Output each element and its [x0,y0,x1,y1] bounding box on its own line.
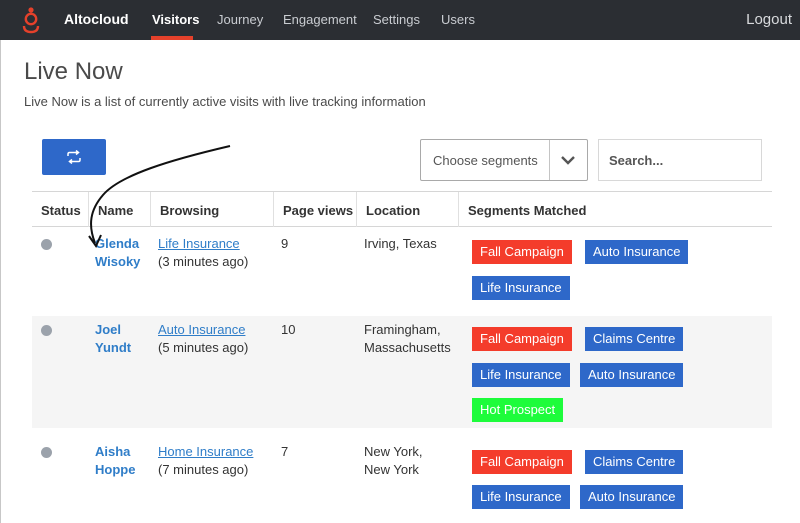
table-row[interactable]: Joel Yundt Auto Insurance (5 minutes ago… [32,316,772,428]
top-navbar: Altocloud Visitors Journey Engagement Se… [0,0,800,40]
status-dot-icon [41,447,52,458]
logout-link[interactable]: Logout [746,11,792,28]
nav-users[interactable]: Users [441,12,475,27]
location-line: Framingham, [364,322,441,337]
visitor-location: Framingham, Massachusetts [364,321,451,357]
nav-journey[interactable]: Journey [217,12,263,27]
table-header: Status Name Browsing Page views Location… [32,191,772,227]
browsing-time: (7 minutes ago) [158,462,249,477]
segment-tag[interactable]: Life Insurance [472,363,570,387]
segment-tag[interactable]: Fall Campaign [472,327,572,351]
segment-tag[interactable]: Auto Insurance [580,485,684,509]
header-location[interactable]: Location [356,192,458,227]
header-name[interactable]: Name [88,192,150,227]
browsing-page-link[interactable]: Home Insurance [158,443,253,461]
visitor-last-name[interactable]: Wisoky [95,253,151,271]
visitor-last-name[interactable]: Hoppe [95,461,151,479]
refresh-button[interactable] [42,139,106,175]
nav-visitors[interactable]: Visitors [152,12,199,27]
visitor-location: New York, New York [364,443,423,479]
browsing-page-link[interactable]: Life Insurance [158,235,240,253]
location-line: New York, [364,444,423,459]
nav-settings[interactable]: Settings [373,12,420,27]
header-status[interactable]: Status [32,192,88,227]
page-title: Live Now [24,58,123,85]
location-line: New York [364,462,419,477]
page-description: Live Now is a list of currently active v… [24,94,426,109]
status-dot-icon [41,239,52,250]
segment-tag[interactable]: Auto Insurance [580,363,684,387]
visitor-name[interactable]: Joel Yundt [95,321,151,357]
table-row[interactable]: Glenda Wisoky Life Insurance (3 minutes … [32,227,772,316]
visitor-name[interactable]: Glenda Wisoky [95,235,151,271]
status-dot-icon [41,325,52,336]
segments-dropdown[interactable]: Choose segments [420,139,588,181]
visitor-first-name[interactable]: Joel [95,321,151,339]
content-left-border [0,40,1,523]
visitor-first-name[interactable]: Glenda [95,235,151,253]
location-line: Massachusetts [364,340,451,355]
active-nav-indicator [151,36,193,40]
location-line: Irving, Texas [364,236,437,251]
visitor-name[interactable]: Aisha Hoppe [95,443,151,479]
visitor-last-name[interactable]: Yundt [95,339,151,357]
dropdown-divider [549,140,550,180]
browsing-time: (5 minutes ago) [158,340,249,355]
nav-engagement[interactable]: Engagement [283,12,357,27]
search-input[interactable] [598,139,762,181]
visitor-first-name[interactable]: Aisha [95,443,151,461]
segments-dropdown-label: Choose segments [433,153,538,168]
segment-tag[interactable]: Auto Insurance [585,240,689,264]
segment-tag[interactable]: Life Insurance [472,485,570,509]
segment-tag[interactable]: Claims Centre [585,327,684,351]
page-views-count: 7 [281,444,289,459]
segment-tag[interactable]: Fall Campaign [472,450,572,474]
refresh-icon [67,150,81,164]
header-segments-matched[interactable]: Segments Matched [458,192,772,227]
visitor-location: Irving, Texas [364,235,437,253]
page-views-count: 9 [281,236,289,251]
table-row[interactable]: Aisha Hoppe Home Insurance (7 minutes ag… [32,428,772,523]
segment-tag[interactable]: Life Insurance [472,276,570,300]
browsing-page-link[interactable]: Auto Insurance [158,321,245,339]
segment-tag[interactable]: Fall Campaign [472,240,572,264]
header-browsing[interactable]: Browsing [150,192,273,227]
brand-name[interactable]: Altocloud [64,11,129,27]
browsing-time: (3 minutes ago) [158,254,249,269]
chevron-down-icon[interactable] [560,152,576,168]
segment-tag[interactable]: Hot Prospect [472,398,564,422]
genesys-logo-icon[interactable] [20,6,44,34]
header-page-views[interactable]: Page views [273,192,356,227]
segment-tag[interactable]: Claims Centre [585,450,684,474]
page-views-count: 10 [281,322,296,337]
